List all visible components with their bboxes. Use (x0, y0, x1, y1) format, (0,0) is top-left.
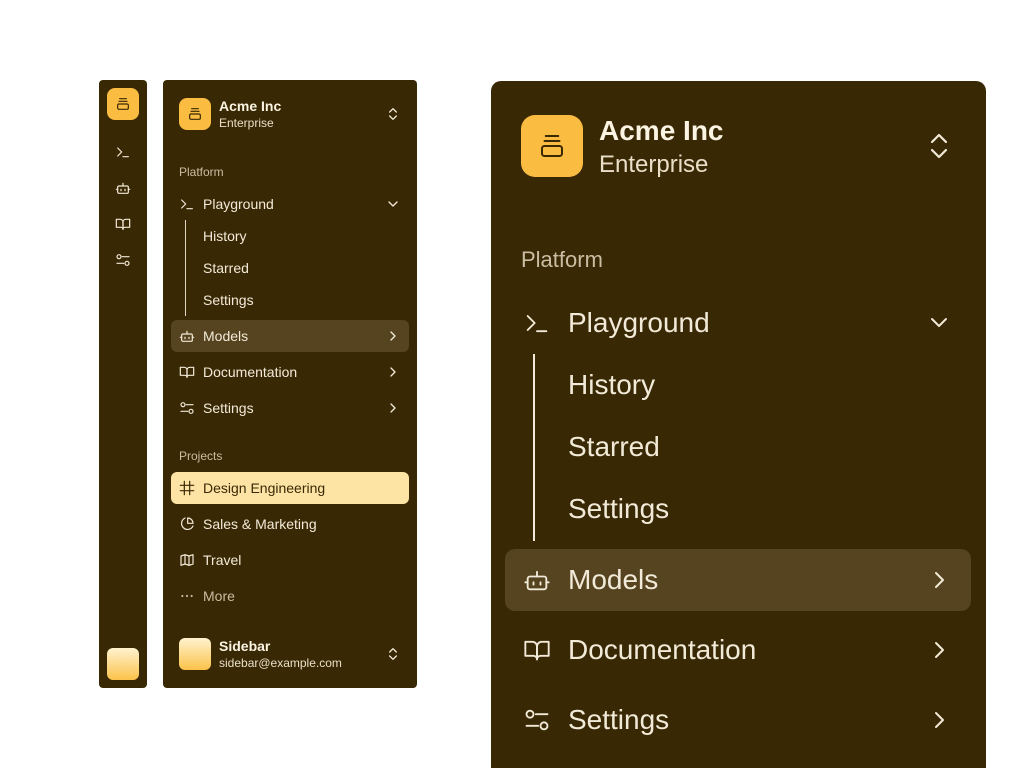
team-name: Acme Inc (599, 115, 724, 146)
submenu-item-starred[interactable]: Starred (203, 260, 249, 276)
sidebar-item-documentation[interactable]: Documentation (171, 356, 409, 388)
sidebar-item-label: Settings (568, 704, 670, 735)
project-item-label: More (203, 588, 235, 604)
sidebar-item-label: Playground (568, 307, 710, 338)
team-plan: Enterprise (599, 151, 709, 178)
chevrons-up-down-icon[interactable] (927, 131, 951, 161)
sliders-icon (523, 706, 551, 734)
bot-icon[interactable] (115, 180, 131, 196)
submenu-item-history[interactable]: History (568, 369, 655, 401)
book-open-icon[interactable] (115, 216, 131, 232)
chevron-down-icon (385, 196, 401, 212)
chevron-right-icon (385, 400, 401, 416)
sidebar-item-playground[interactable]: Playground (505, 292, 971, 354)
team-logo (179, 98, 211, 130)
chevron-right-icon (927, 568, 951, 592)
sidebar-item-label: Documentation (203, 364, 298, 380)
chevron-right-icon (385, 328, 401, 344)
team-logo[interactable] (521, 115, 583, 177)
sidebar-item-label: Models (568, 564, 659, 595)
sidebar-item-label: Models (203, 328, 249, 344)
more-horizontal-icon (179, 588, 195, 604)
sidebar-item-label: Documentation (568, 634, 757, 665)
map-icon (179, 552, 195, 568)
sidebar-item-documentation[interactable]: Documentation (505, 619, 971, 681)
chevrons-up-down-icon (385, 646, 401, 662)
user-email: sidebar@example.com (219, 656, 342, 670)
sidebar-item-label: Playground (203, 196, 274, 212)
group-label-platform: Platform (521, 247, 603, 272)
pie-chart-icon (179, 516, 195, 532)
expanded-sidebar: Acme Inc Enterprise Platform Playground … (163, 80, 417, 688)
project-item-design-engineering[interactable]: Design Engineering (171, 472, 409, 504)
sidebar-item-models[interactable]: Models (505, 549, 971, 611)
project-item-travel[interactable]: Travel (171, 544, 409, 576)
terminal-icon (523, 309, 551, 337)
bot-icon (179, 328, 195, 344)
zoomed-sidebar: Acme Inc Enterprise Platform Playground … (491, 81, 986, 768)
book-open-icon (523, 636, 551, 664)
submenu-item-settings[interactable]: Settings (568, 493, 669, 525)
stacked-tray-icon (189, 108, 201, 120)
project-item-label: Sales & Marketing (203, 516, 317, 532)
group-label-platform: Platform (179, 165, 224, 179)
submenu-guide-line (533, 354, 535, 541)
team-plan: Enterprise (219, 116, 274, 130)
sidebar-item-settings[interactable]: Settings (171, 392, 409, 424)
sidebar-item-label: Settings (203, 400, 254, 416)
group-label-projects: Projects (179, 449, 223, 463)
project-item-label: Design Engineering (203, 480, 326, 496)
user-menu[interactable]: Sidebar sidebar@example.com (179, 638, 401, 670)
project-item-sales-marketing[interactable]: Sales & Marketing (171, 508, 409, 540)
project-item-label: Travel (203, 552, 242, 568)
submenu-item-starred[interactable]: Starred (568, 431, 660, 463)
chevron-down-icon (927, 311, 951, 335)
team-switcher[interactable]: Acme Inc Enterprise (179, 98, 401, 130)
book-open-icon (179, 364, 195, 380)
hash-frame-icon (179, 480, 195, 496)
stacked-tray-icon (541, 135, 563, 157)
sidebar-item-models[interactable]: Models (171, 320, 409, 352)
submenu-item-history[interactable]: History (203, 228, 247, 244)
submenu-item-settings[interactable]: Settings (203, 292, 254, 308)
chevron-right-icon (927, 638, 951, 662)
chevron-right-icon (385, 364, 401, 380)
user-name: Sidebar (219, 638, 271, 654)
terminal-icon[interactable] (115, 144, 131, 160)
bot-icon (523, 566, 551, 594)
submenu-guide-line (185, 220, 186, 316)
sliders-icon[interactable] (115, 252, 131, 268)
user-avatar (179, 638, 211, 670)
user-avatar[interactable] (107, 648, 139, 680)
sidebar-item-settings[interactable]: Settings (505, 689, 971, 751)
collapsed-sidebar (99, 80, 147, 688)
terminal-icon (179, 196, 195, 212)
team-name: Acme Inc (219, 98, 282, 114)
chevrons-up-down-icon (385, 106, 401, 122)
chevron-right-icon (927, 708, 951, 732)
project-item-more[interactable]: More (171, 580, 409, 612)
stacked-tray-icon (117, 98, 129, 110)
sidebar-item-playground[interactable]: Playground (171, 188, 409, 220)
team-logo[interactable] (107, 88, 139, 120)
sliders-icon (179, 400, 195, 416)
